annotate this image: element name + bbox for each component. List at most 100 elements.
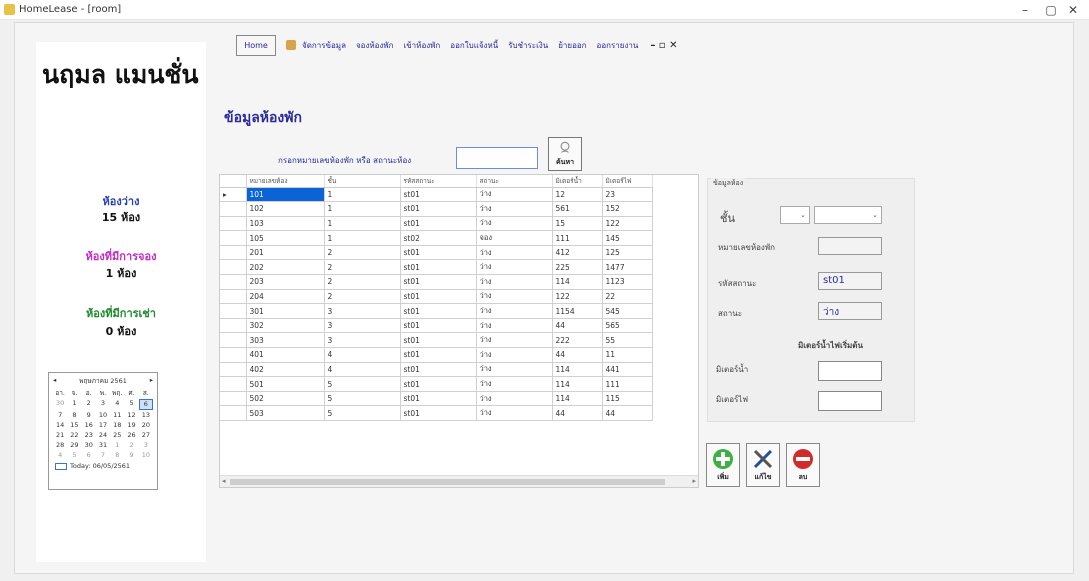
- cell-status[interactable]: ว่าง: [476, 405, 553, 421]
- cell-room-number[interactable]: 102: [246, 201, 325, 217]
- cell-floor[interactable]: 5: [324, 376, 401, 392]
- cell-water-meter[interactable]: 1154: [552, 303, 603, 319]
- calendar-today[interactable]: Today: 06/05/2561: [49, 460, 157, 472]
- row-header[interactable]: [220, 332, 247, 349]
- cell-floor[interactable]: 2: [324, 289, 401, 305]
- calendar-next-button[interactable]: ▸: [150, 376, 153, 386]
- row-header[interactable]: [220, 318, 247, 334]
- row-header[interactable]: [220, 274, 247, 290]
- delete-button[interactable]: ลบ: [786, 443, 820, 487]
- cell-water-meter[interactable]: 561: [552, 201, 603, 217]
- cell-water-meter[interactable]: 114: [552, 274, 603, 290]
- cell-status[interactable]: ว่าง: [476, 347, 553, 363]
- cell-room-number[interactable]: 303: [246, 332, 325, 349]
- cell-status-code[interactable]: st01: [400, 289, 477, 305]
- cell-water-meter[interactable]: 114: [552, 391, 603, 407]
- cell-floor[interactable]: 1: [324, 201, 401, 217]
- search-input[interactable]: [456, 147, 538, 169]
- cell-status[interactable]: ว่าง: [476, 245, 553, 261]
- calendar-day[interactable]: 17: [96, 421, 110, 430]
- cell-room-number[interactable]: 302: [246, 318, 325, 334]
- calendar-day[interactable]: 24: [96, 431, 110, 440]
- close-button[interactable]: ✕: [1058, 2, 1088, 18]
- row-header[interactable]: [220, 391, 247, 407]
- calendar-day[interactable]: 2: [124, 441, 138, 450]
- room-combo[interactable]: ⌄: [814, 206, 882, 224]
- cell-floor[interactable]: 5: [324, 405, 401, 421]
- calendar-day[interactable]: 7: [53, 411, 67, 420]
- cell-room-number[interactable]: 203: [246, 274, 325, 290]
- add-button[interactable]: เพิ่ม: [706, 443, 740, 487]
- cell-status-code[interactable]: st01: [400, 332, 477, 349]
- cell-water-meter[interactable]: 44: [552, 347, 603, 363]
- cell-floor[interactable]: 3: [324, 332, 401, 349]
- cell-electric-meter[interactable]: 125: [602, 245, 653, 261]
- cell-floor[interactable]: 2: [324, 274, 401, 290]
- col-header-water-meter[interactable]: มิเตอร์น้ำ: [552, 175, 603, 188]
- calendar-day[interactable]: 8: [67, 411, 81, 420]
- cell-status[interactable]: ว่าง: [476, 187, 553, 203]
- cell-status-code[interactable]: st01: [400, 245, 477, 261]
- cell-status-code[interactable]: st01: [400, 201, 477, 217]
- cell-room-number[interactable]: 401: [246, 347, 325, 363]
- cell-status[interactable]: ว่าง: [476, 216, 553, 232]
- calendar-day[interactable]: 15: [67, 421, 81, 430]
- calendar-day[interactable]: 13: [139, 411, 153, 420]
- calendar-day[interactable]: 9: [124, 451, 138, 460]
- cell-floor[interactable]: 1: [324, 187, 401, 203]
- calendar-day[interactable]: 19: [124, 421, 138, 430]
- calendar-day[interactable]: 21: [53, 431, 67, 440]
- rooms-grid[interactable]: หมายเลขห้อง ชั้น รหัสสถานะ สถานะ มิเตอร์…: [219, 174, 699, 488]
- cell-electric-meter[interactable]: 22: [602, 289, 653, 305]
- cell-floor[interactable]: 4: [324, 347, 401, 363]
- col-header-floor[interactable]: ชั้น: [324, 175, 401, 188]
- cell-floor[interactable]: 1: [324, 230, 401, 246]
- cell-room-number[interactable]: 402: [246, 362, 325, 378]
- cell-electric-meter[interactable]: 55: [602, 332, 653, 349]
- cell-electric-meter[interactable]: 441: [602, 362, 653, 378]
- col-header-electric-meter[interactable]: มิเตอร์ไฟ: [602, 175, 653, 188]
- calendar-day[interactable]: 6: [138, 399, 153, 410]
- calendar-day[interactable]: 31: [96, 441, 110, 450]
- cell-room-number[interactable]: 501: [246, 376, 325, 392]
- table-row[interactable]: 503 5 st01 ว่าง 44 44: [220, 405, 653, 421]
- calendar-day[interactable]: 1: [67, 399, 81, 410]
- cell-room-number[interactable]: 201: [246, 245, 325, 261]
- menu-invoice[interactable]: ออกใบแจ้งหนี้: [450, 39, 498, 52]
- menu-reports[interactable]: ออกรายงาน: [597, 39, 639, 52]
- cell-electric-meter[interactable]: 1477: [602, 259, 653, 276]
- cell-status[interactable]: จอง: [476, 230, 553, 246]
- menu-reserve-room[interactable]: จองห้องพัก: [356, 39, 394, 52]
- calendar-day[interactable]: 11: [110, 411, 124, 420]
- cell-room-number[interactable]: 105: [246, 230, 325, 246]
- cell-electric-meter[interactable]: 1123: [602, 274, 653, 290]
- menu-move-out[interactable]: ย้ายออก: [558, 39, 586, 52]
- col-header-status[interactable]: สถานะ: [476, 175, 553, 188]
- row-header[interactable]: [220, 289, 247, 305]
- cell-status[interactable]: ว่าง: [476, 391, 553, 407]
- col-header-status-code[interactable]: รหัสสถานะ: [400, 175, 477, 188]
- scroll-left-arrow-icon[interactable]: ◂: [222, 477, 226, 485]
- cell-status-code[interactable]: st01: [400, 391, 477, 407]
- cell-water-meter[interactable]: 12: [552, 187, 603, 203]
- cell-status[interactable]: ว่าง: [476, 362, 553, 378]
- table-row[interactable]: 103 1 st01 ว่าง 15 122: [220, 216, 653, 232]
- cell-water-meter[interactable]: 111: [552, 230, 603, 246]
- calendar-day[interactable]: 9: [82, 411, 96, 420]
- cell-water-meter[interactable]: 412: [552, 245, 603, 261]
- cell-floor[interactable]: 5: [324, 391, 401, 407]
- row-header[interactable]: ▸: [220, 187, 247, 203]
- table-row[interactable]: 402 4 st01 ว่าง 114 441: [220, 362, 653, 378]
- row-header[interactable]: [220, 216, 247, 232]
- cell-status-code[interactable]: st01: [400, 347, 477, 363]
- cell-electric-meter[interactable]: 23: [602, 187, 653, 203]
- cell-water-meter[interactable]: 114: [552, 362, 603, 378]
- cell-status[interactable]: ว่าง: [476, 303, 553, 319]
- row-header[interactable]: [220, 405, 247, 421]
- cell-electric-meter[interactable]: 122: [602, 216, 653, 232]
- cell-status-code[interactable]: st01: [400, 303, 477, 319]
- row-header[interactable]: [220, 376, 247, 392]
- col-header-room-number[interactable]: หมายเลขห้อง: [246, 175, 325, 188]
- calendar-day[interactable]: 28: [53, 441, 67, 450]
- calendar-day[interactable]: 3: [139, 441, 153, 450]
